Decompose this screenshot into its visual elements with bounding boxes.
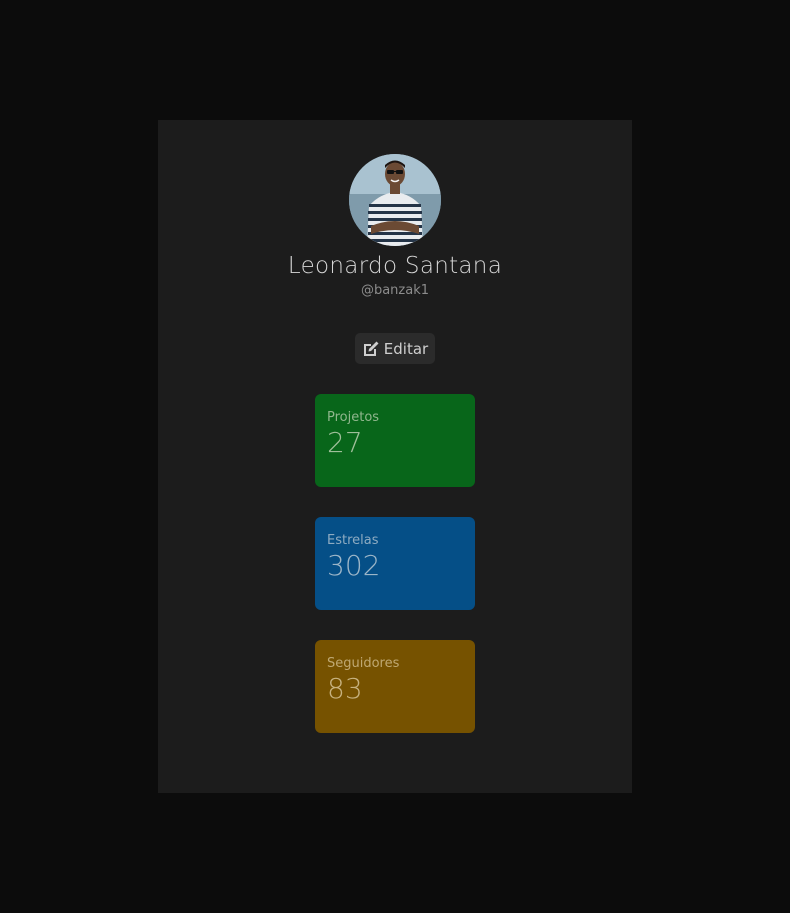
stat-label: Estrelas [327,533,379,548]
stat-card-followers: Seguidores 83 [315,640,475,733]
stat-label: Projetos [327,410,380,425]
stat-card-stars: Estrelas 302 [315,517,475,610]
stat-value: 27 [327,426,363,459]
avatar [349,154,441,246]
profile-handle: @banzak1 [360,283,430,298]
edit-button[interactable]: Editar [355,333,435,364]
profile-name: Leonardo Santana [287,253,503,279]
profile-card: Leonardo Santana @banzak1 Editar Projeto… [158,120,632,793]
user-photo-icon [349,154,441,246]
stat-label: Seguidores [327,656,400,671]
edit-button-label: Editar [383,339,429,358]
stat-value: 302 [327,549,381,582]
stat-card-projects: Projetos 27 [315,394,475,487]
stat-value: 83 [327,672,363,705]
edit-icon [362,340,380,358]
